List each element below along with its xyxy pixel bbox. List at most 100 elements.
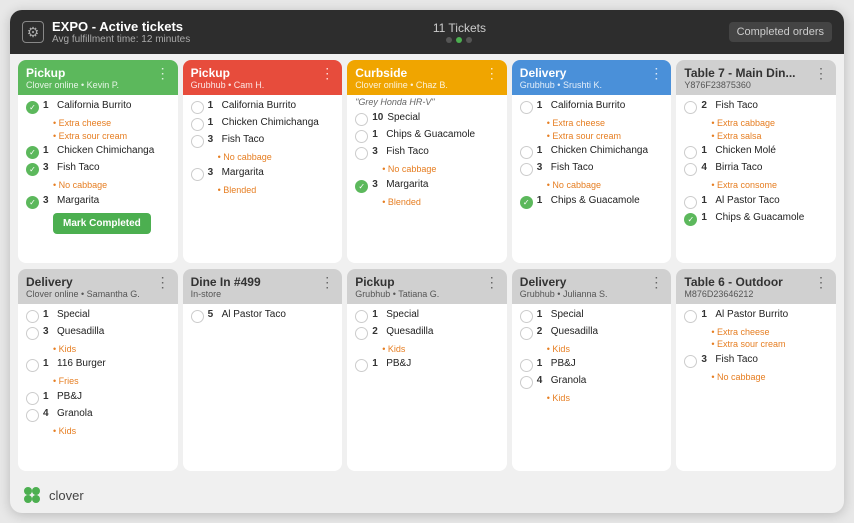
item-mod: • Extra cheese xyxy=(53,117,170,130)
item-checkbox[interactable] xyxy=(355,130,368,143)
main-container: ⚙ EXPO - Active tickets Avg fulfillment … xyxy=(10,10,844,513)
mark-completed-button[interactable]: Mark Completed xyxy=(53,213,151,234)
item-row: 1Special xyxy=(355,309,499,323)
item-checkbox[interactable] xyxy=(191,101,204,114)
card-body: 1California Burrito• Extra cheese• Extra… xyxy=(512,95,672,262)
item-checkbox[interactable] xyxy=(191,118,204,131)
item-mods: • Kids xyxy=(547,343,664,356)
card-menu-button[interactable]: ⋮ xyxy=(485,66,499,80)
header-center: 11 Tickets xyxy=(190,21,728,43)
card-body: 1Special2Quesadilla• Kids1PB&J4Granola• … xyxy=(512,304,672,471)
card-header-delivery-samantha: DeliveryClover online • Samantha G.⋮ xyxy=(18,269,178,304)
item-checkbox[interactable]: ✓ xyxy=(26,196,39,209)
item-checkbox[interactable] xyxy=(520,359,533,372)
item-name: Fish Taco xyxy=(715,100,758,111)
item-row: 1Chips & Guacamole xyxy=(355,129,499,143)
item-mod: • Extra consome xyxy=(711,179,828,192)
card-menu-button[interactable]: ⋮ xyxy=(320,66,334,80)
item-checkbox[interactable] xyxy=(520,146,533,159)
item-checkbox[interactable]: ✓ xyxy=(26,163,39,176)
item-checkbox[interactable] xyxy=(684,196,697,209)
card-pickup-cam: PickupGrubhub • Cam H.⋮1California Burri… xyxy=(183,60,343,263)
item-checkbox[interactable] xyxy=(26,409,39,422)
item-row: 4Birria Taco xyxy=(684,162,828,176)
gear-icon[interactable]: ⚙ xyxy=(22,21,44,43)
card-menu-button[interactable]: ⋮ xyxy=(814,275,828,289)
item-name: Chicken Chimichanga xyxy=(551,145,648,156)
header-subtitle: Avg fulfillment time: 12 minutes xyxy=(52,34,190,45)
card-menu-button[interactable]: ⋮ xyxy=(649,66,663,80)
item-mods: • No cabbage xyxy=(711,371,828,384)
item-checkbox[interactable] xyxy=(684,163,697,176)
item-checkbox[interactable] xyxy=(520,327,533,340)
card-header-delivery-srushti: DeliveryGrubhub • Srushti K.⋮ xyxy=(512,60,672,95)
card-body: 1California Burrito1Chicken Chimichanga3… xyxy=(183,95,343,262)
card-menu-button[interactable]: ⋮ xyxy=(320,275,334,289)
card-title: Delivery xyxy=(26,275,140,289)
card-header-pickup-kevin: PickupClover online • Kevin P.⋮ xyxy=(18,60,178,95)
item-name: Chips & Guacamole xyxy=(386,129,475,140)
completed-orders-button[interactable]: Completed orders xyxy=(729,22,832,42)
item-checkbox[interactable] xyxy=(684,146,697,159)
item-mod: • Extra sour cream xyxy=(711,338,828,351)
item-mod: • No cabbage xyxy=(53,179,170,192)
item-checkbox[interactable]: ✓ xyxy=(26,146,39,159)
item-row: 3Fish Taco xyxy=(684,354,828,368)
item-checkbox[interactable] xyxy=(520,163,533,176)
item-checkbox[interactable] xyxy=(520,310,533,323)
item-qty: 1 xyxy=(701,212,711,223)
item-row: ✓3Margarita xyxy=(26,195,170,209)
item-name: Chicken Chimichanga xyxy=(57,145,154,156)
item-checkbox[interactable] xyxy=(355,310,368,323)
item-name: Fish Taco xyxy=(222,134,265,145)
item-qty: 5 xyxy=(208,309,218,320)
item-row: ✓3Fish Taco xyxy=(26,162,170,176)
card-title: Table 6 - Outdoor xyxy=(684,275,782,289)
item-qty: 1 xyxy=(701,309,711,320)
cards-row-2: DeliveryClover online • Samantha G.⋮1Spe… xyxy=(18,269,836,472)
item-checkbox[interactable] xyxy=(684,355,697,368)
item-checkbox[interactable] xyxy=(191,168,204,181)
item-checkbox[interactable] xyxy=(26,392,39,405)
card-curbside-chaz: CurbsideClover online • Chaz B.⋮"Grey Ho… xyxy=(347,60,507,263)
item-mod: • Extra cabbage xyxy=(711,117,828,130)
item-checkbox[interactable]: ✓ xyxy=(26,101,39,114)
item-name: Special xyxy=(57,309,90,320)
item-checkbox[interactable] xyxy=(355,147,368,160)
card-menu-button[interactable]: ⋮ xyxy=(156,275,170,289)
item-checkbox[interactable] xyxy=(191,135,204,148)
item-checkbox[interactable] xyxy=(26,359,39,372)
item-mod: • Blended xyxy=(382,196,499,209)
card-menu-button[interactable]: ⋮ xyxy=(156,66,170,80)
item-checkbox[interactable] xyxy=(355,359,368,372)
item-row: 3Quesadilla xyxy=(26,326,170,340)
content: PickupClover online • Kevin P.⋮✓1Califor… xyxy=(10,54,844,477)
card-dinein-499: Dine In #499In-store⋮5Al Pastor Taco xyxy=(183,269,343,472)
item-checkbox[interactable] xyxy=(355,327,368,340)
item-qty: 2 xyxy=(372,326,382,337)
item-checkbox[interactable] xyxy=(355,113,368,126)
item-checkbox[interactable]: ✓ xyxy=(684,213,697,226)
card-menu-button[interactable]: ⋮ xyxy=(485,275,499,289)
card-menu-button[interactable]: ⋮ xyxy=(649,275,663,289)
dot-2 xyxy=(456,37,462,43)
item-name: Al Pastor Taco xyxy=(715,195,779,206)
item-checkbox[interactable] xyxy=(520,376,533,389)
item-checkbox[interactable] xyxy=(684,310,697,323)
item-checkbox[interactable] xyxy=(26,310,39,323)
item-checkbox[interactable] xyxy=(26,327,39,340)
item-qty: 4 xyxy=(701,162,711,173)
item-checkbox[interactable] xyxy=(520,101,533,114)
clover-icon xyxy=(20,483,44,507)
item-row: 1PB&J xyxy=(26,391,170,405)
card-menu-button[interactable]: ⋮ xyxy=(814,66,828,80)
item-qty: 1 xyxy=(208,100,218,111)
item-checkbox[interactable]: ✓ xyxy=(520,196,533,209)
item-checkbox[interactable] xyxy=(191,310,204,323)
item-row: 1Al Pastor Burrito xyxy=(684,309,828,323)
item-checkbox[interactable]: ✓ xyxy=(355,180,368,193)
item-row: 1PB&J xyxy=(520,358,664,372)
item-checkbox[interactable] xyxy=(684,101,697,114)
item-qty: 1 xyxy=(537,358,547,369)
card-body: 1Special2Quesadilla• Kids1PB&J xyxy=(347,304,507,471)
